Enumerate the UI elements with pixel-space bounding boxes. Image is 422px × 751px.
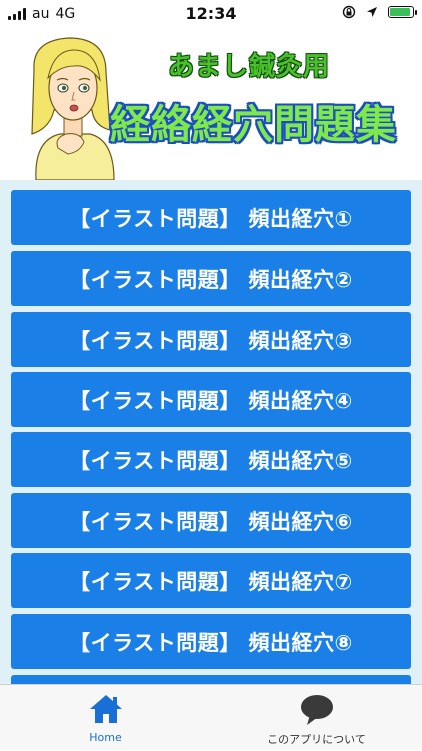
status-bar: au 4G 12:34: [0, 0, 422, 28]
list-item-set-2[interactable]: 【イラスト問題】 頻出経穴②: [11, 251, 411, 306]
home-icon: [89, 695, 122, 723]
tab-home-label: Home: [89, 731, 122, 744]
tab-about[interactable]: このアプリについて: [211, 685, 422, 751]
location-icon: [367, 7, 377, 17]
tab-home[interactable]: Home: [0, 685, 211, 751]
tab-about-label: このアプリについて: [267, 733, 366, 746]
speech-bubble-icon: [300, 695, 333, 725]
app-header: あまし鍼灸用 経絡経穴問題集: [0, 28, 422, 180]
list-item-set-8[interactable]: 【イラスト問題】 頻出経穴⑧: [11, 614, 411, 669]
status-right: [342, 5, 417, 19]
list-item-set-6[interactable]: 【イラスト問題】 頻出経穴⑥: [11, 493, 411, 548]
list-item-set-1[interactable]: 【イラスト問題】 頻出経穴①: [11, 190, 411, 245]
list-item-set-5[interactable]: 【イラスト問題】 頻出経穴⑤: [11, 432, 411, 487]
battery-icon: [388, 6, 417, 18]
orientation-lock-icon: [342, 5, 356, 19]
app-subtitle: あまし鍼灸用: [168, 52, 331, 82]
app-title: 経絡経穴問題集: [110, 102, 397, 148]
list-item-set-3[interactable]: 【イラスト問題】 頻出経穴③: [11, 312, 411, 367]
list-item-set-7[interactable]: 【イラスト問題】 頻出経穴⑦: [11, 553, 411, 608]
question-set-list: 【イラスト問題】 頻出経穴① 【イラスト問題】 頻出経穴② 【イラスト問題】 頻…: [0, 180, 422, 684]
tab-bar: Home このアプリについて: [0, 684, 422, 750]
list-item-set-9[interactable]: [11, 675, 411, 684]
list-item-set-4[interactable]: 【イラスト問題】 頻出経穴④: [11, 372, 411, 427]
